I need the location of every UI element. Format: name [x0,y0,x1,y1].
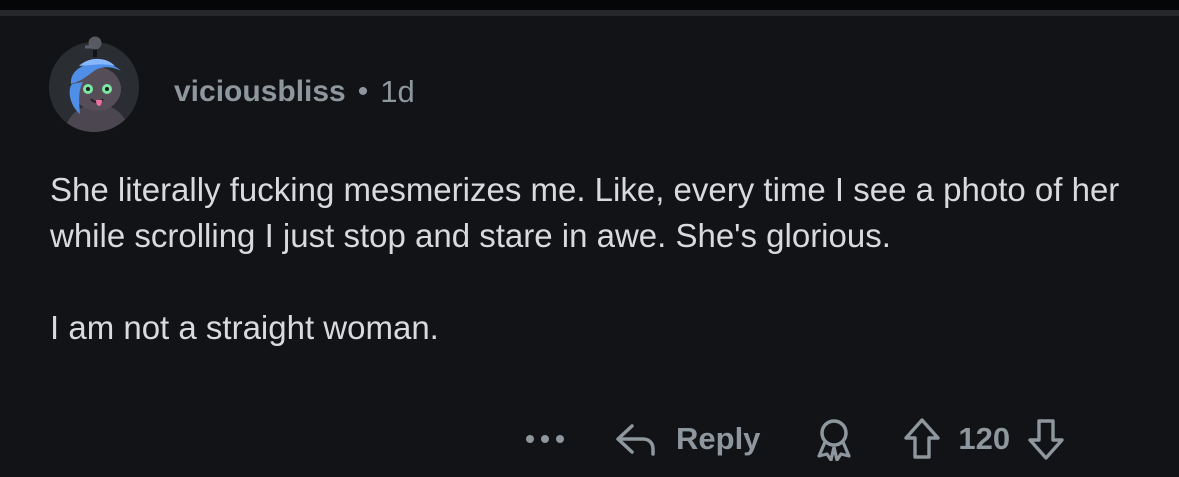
award-ribbon-icon [817,419,852,461]
comment-paragraph: I am not a straight woman. [50,309,439,346]
author-name[interactable]: viciousbliss [174,75,346,109]
comment-actions: Reply 120 [520,414,1068,464]
more-horizontal-icon [526,435,564,443]
arrow-down-icon [1028,419,1064,460]
antenna-icon [85,36,102,57]
top-strip [0,0,1179,10]
comment-paragraph: She literally fucking mesmerizes me. Lik… [50,171,1120,254]
vote-score: 120 [958,421,1011,456]
comment-age: 1d [380,74,415,109]
award-button[interactable] [812,417,856,461]
arrow-up-icon [904,418,941,459]
reply-arrow-icon [616,424,655,456]
more-options-button[interactable] [520,419,570,459]
downvote-button[interactable] [1024,416,1068,462]
reply-button[interactable]: Reply [614,419,760,459]
comment-body: She literally fucking mesmerizes me. Lik… [50,167,1150,351]
meta-separator: • [357,75,369,108]
upvote-button[interactable] [900,416,944,462]
reply-label: Reply [676,421,761,456]
comment-meta: viciousbliss • 1d [174,74,415,110]
vote-controls: 120 [900,416,1068,462]
